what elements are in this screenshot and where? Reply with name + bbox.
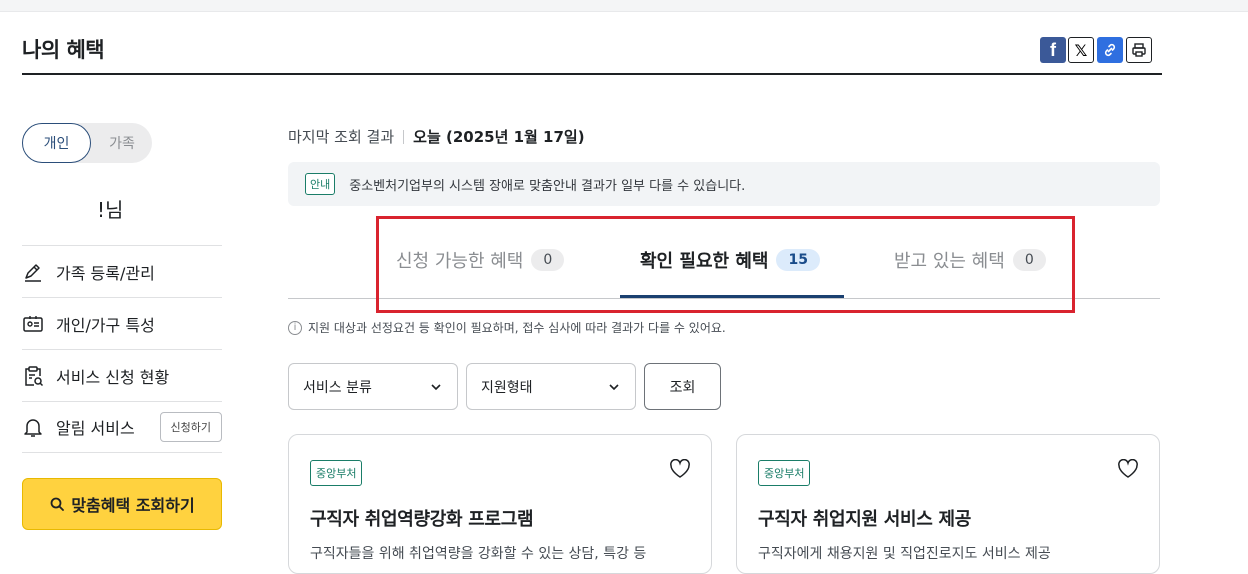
sidebar-item-label: 알림 서비스 — [56, 419, 135, 438]
info-text: 지원 대상과 선정요건 등 확인이 필요하며, 접수 심사에 따라 결과가 다를… — [308, 321, 726, 335]
individual-family-toggle[interactable]: 개인 가족 — [22, 123, 152, 163]
id-card-icon — [22, 313, 56, 335]
sidebar-menu: 가족 등록/관리 개인/가구 특성 서비스 신청 현황 알림 서비스 신청하기 — [22, 245, 222, 453]
last-query-date: 오늘 (2025년 1월 17일) — [413, 128, 585, 146]
notification-apply-button[interactable]: 신청하기 — [159, 412, 222, 442]
notice-text: 중소벤처기업부의 시스템 장애로 맞춤안내 결과가 일부 다를 수 있습니다. — [349, 178, 746, 194]
sidebar-item-household[interactable]: 개인/가구 특성 — [22, 297, 222, 349]
notice-banner: 안내 중소벤처기업부의 시스템 장애로 맞춤안내 결과가 일부 다를 수 있습니… — [288, 162, 1160, 206]
info-note: i 지원 대상과 선정요건 등 확인이 필요하며, 접수 심사에 따라 결과가 … — [288, 319, 726, 336]
benefit-card[interactable]: 중앙부처 구직자 취업지원 서비스 제공 구직자에게 채용지원 및 직업진로지도… — [736, 434, 1160, 574]
clipboard-search-icon — [22, 365, 56, 387]
sidebar-item-label: 가족 등록/관리 — [56, 263, 155, 283]
service-category-select[interactable]: 서비스 분류 — [288, 363, 458, 410]
info-icon: i — [288, 320, 302, 335]
sidebar-item-application-status[interactable]: 서비스 신청 현황 — [22, 349, 222, 401]
agency-badge: 중앙부처 — [758, 460, 811, 486]
bell-icon — [22, 416, 56, 438]
search-icon — [50, 497, 65, 511]
print-button[interactable] — [1126, 37, 1152, 63]
sidebar-item-label: 서비스 신청 현황 — [56, 367, 170, 387]
last-query: 마지막 조회 결과 오늘 (2025년 1월 17일) — [288, 126, 585, 147]
facebook-share-button[interactable]: f — [1040, 37, 1066, 63]
sidebar-item-family-register[interactable]: 가족 등록/관리 — [22, 245, 222, 297]
filter-search-button[interactable]: 조회 — [644, 363, 721, 410]
top-bar — [0, 0, 1248, 12]
heart-icon[interactable] — [669, 459, 691, 479]
support-type-select[interactable]: 지원형태 — [466, 363, 636, 410]
chevron-down-icon — [609, 383, 619, 390]
chevron-down-icon — [431, 383, 441, 390]
cta-label: 맞춤혜택 조회하기 — [71, 496, 195, 515]
x-icon: 𝕏 — [1074, 40, 1088, 60]
toggle-family[interactable]: 가족 — [94, 123, 150, 163]
divider — [403, 129, 405, 144]
heart-icon[interactable] — [1117, 459, 1139, 479]
notice-tag: 안내 — [305, 173, 336, 195]
link-icon — [1104, 43, 1116, 57]
agency-badge: 중앙부처 — [310, 460, 363, 486]
select-value: 서비스 분류 — [303, 379, 372, 396]
card-description: 구직자에게 채용지원 및 직업진로지도 서비스 제공 — [758, 546, 1051, 562]
copy-link-button[interactable] — [1097, 37, 1123, 63]
sidebar-item-label: 개인/가구 특성 — [56, 315, 155, 335]
custom-benefit-search-button[interactable]: 맞춤혜택 조회하기 — [22, 478, 222, 530]
card-title: 구직자 취업역량강화 프로그램 — [310, 509, 534, 530]
user-name: !님 — [97, 198, 124, 222]
title-divider — [22, 73, 1162, 75]
facebook-icon: f — [1050, 39, 1056, 60]
x-share-button[interactable]: 𝕏 — [1068, 37, 1094, 63]
select-value: 지원형태 — [481, 379, 533, 396]
card-description: 구직자들을 위해 취업역량을 강화할 수 있는 상담, 특강 등 — [310, 546, 647, 562]
page-title: 나의 혜택 — [22, 38, 105, 62]
last-query-label: 마지막 조회 결과 — [288, 128, 395, 146]
benefit-card[interactable]: 중앙부처 구직자 취업역량강화 프로그램 구직자들을 위해 취업역량을 강화할 … — [288, 434, 712, 574]
pencil-icon — [22, 261, 56, 283]
highlight-annotation-box — [376, 216, 1075, 313]
card-title: 구직자 취업지원 서비스 제공 — [758, 509, 972, 530]
printer-icon — [1132, 43, 1146, 57]
sidebar-item-notification[interactable]: 알림 서비스 신청하기 — [22, 401, 222, 453]
toggle-individual[interactable]: 개인 — [22, 123, 91, 163]
